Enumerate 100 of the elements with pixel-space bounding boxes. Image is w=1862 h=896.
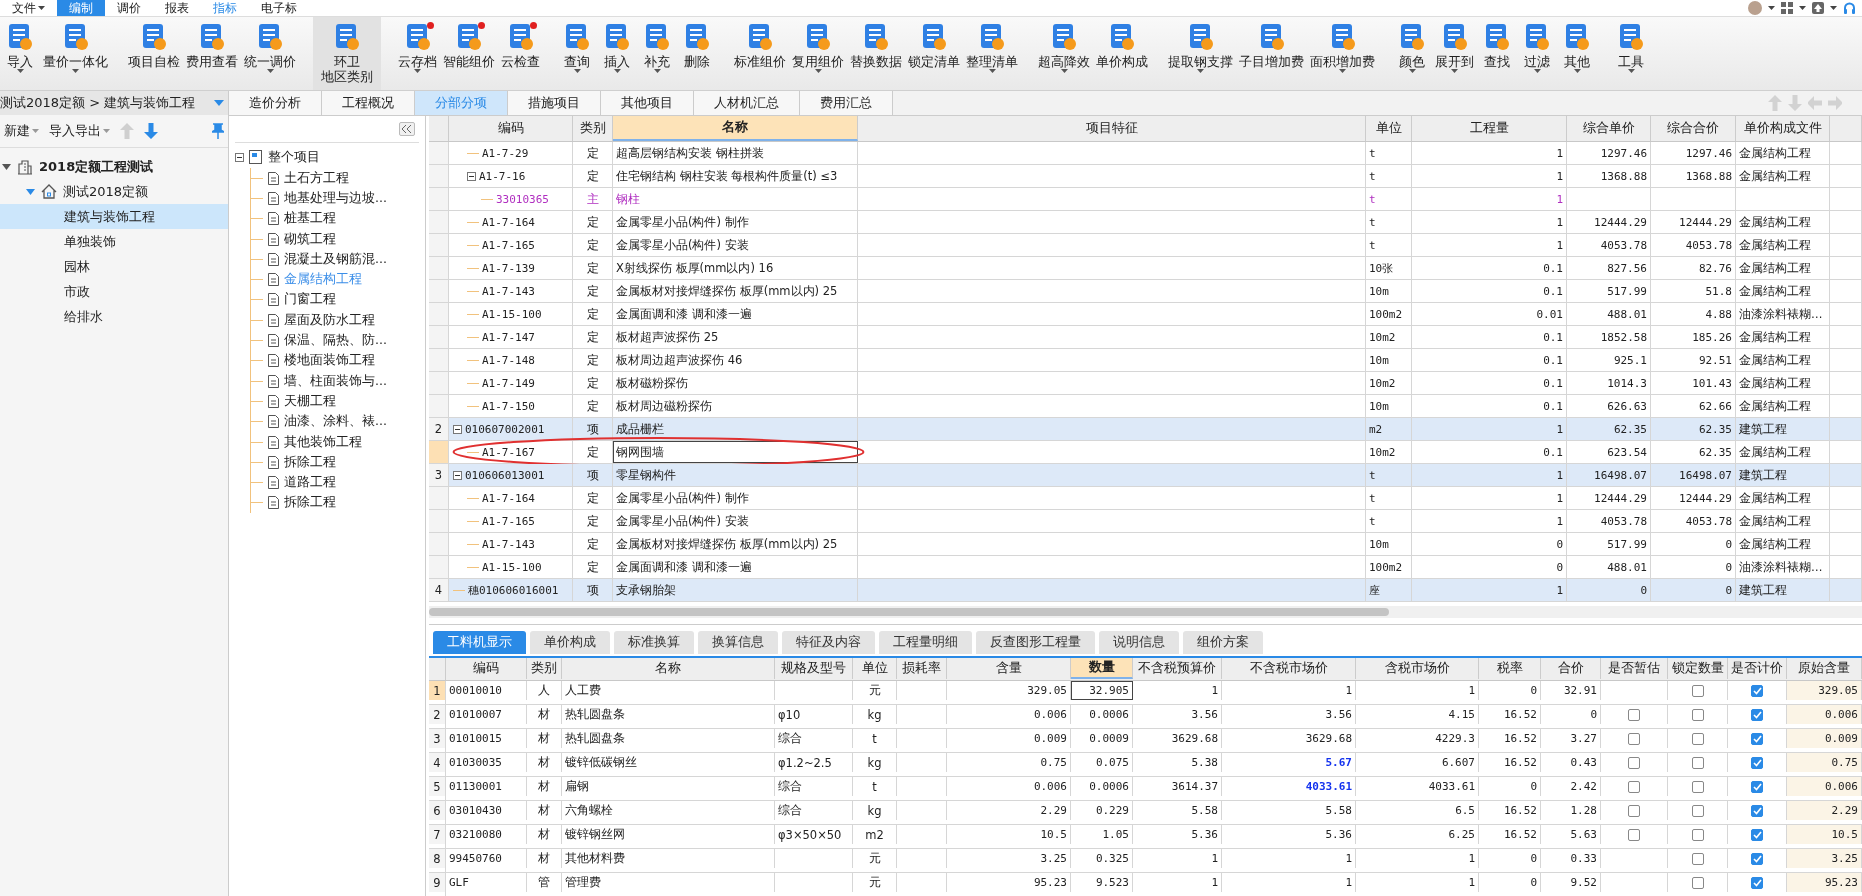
tab[interactable]: 造价分析 bbox=[229, 91, 322, 115]
tree-item[interactable]: 拆除工程 bbox=[284, 494, 336, 512]
tree-item[interactable]: 建筑与装饰工程 bbox=[0, 204, 228, 229]
column-header[interactable]: 规格及型号 bbox=[775, 658, 853, 679]
collapse-toggle[interactable] bbox=[235, 152, 244, 162]
toolbar-button[interactable]: 导入导出 bbox=[49, 122, 110, 140]
toolbar-button[interactable]: 其他 bbox=[1557, 17, 1597, 90]
checkbox[interactable] bbox=[1628, 780, 1640, 793]
tree-item[interactable]: 其他装饰工程 bbox=[284, 433, 362, 451]
breadcrumb-dropdown[interactable]: 测试2018定额 > 建筑与装饰工程 bbox=[0, 91, 228, 115]
tab[interactable]: 工料机显示 bbox=[433, 631, 526, 654]
checkbox[interactable] bbox=[1751, 732, 1763, 745]
arrow-down-icon[interactable] bbox=[144, 123, 158, 139]
checkbox[interactable] bbox=[1628, 756, 1640, 769]
checkbox[interactable] bbox=[1628, 804, 1640, 817]
tab[interactable]: 其他项目 bbox=[601, 91, 694, 115]
row-header[interactable]: 2 bbox=[429, 418, 449, 440]
tab[interactable]: 单价构成 bbox=[530, 631, 610, 654]
toolbar-button[interactable]: 颜色 bbox=[1392, 17, 1432, 90]
headset-icon[interactable] bbox=[1843, 1, 1856, 15]
tree-item[interactable]: 墙、柱面装饰与... bbox=[284, 372, 387, 390]
column-header[interactable]: 合价 bbox=[1541, 658, 1601, 679]
checkbox[interactable] bbox=[1751, 804, 1763, 817]
toolbar-button[interactable]: 替换数据 bbox=[847, 17, 905, 90]
tab[interactable]: 反查图形工程量 bbox=[976, 631, 1095, 654]
tab[interactable]: 说明信息 bbox=[1099, 631, 1179, 654]
tab[interactable]: 特征及内容 bbox=[782, 631, 875, 654]
upload-icon[interactable] bbox=[1812, 2, 1824, 14]
tab[interactable]: 措施项目 bbox=[508, 91, 601, 115]
checkbox[interactable] bbox=[1691, 804, 1704, 817]
tree-item[interactable]: 保温、隔热、防... bbox=[284, 332, 387, 349]
collapse-toggle[interactable] bbox=[453, 424, 462, 434]
collapse-toggle[interactable] bbox=[453, 470, 462, 480]
column-header[interactable]: 名称 bbox=[562, 658, 775, 679]
tree-item[interactable]: 道路工程 bbox=[284, 474, 336, 492]
toolbar-button[interactable]: 面积增加费 bbox=[1307, 17, 1378, 90]
toolbar-button[interactable]: 导入 bbox=[0, 17, 40, 90]
toolbar-button[interactable]: 提取钢支撑 bbox=[1165, 17, 1236, 90]
checkbox[interactable] bbox=[1751, 876, 1763, 889]
menu-item[interactable]: 报表 bbox=[153, 0, 201, 16]
toolbar-button[interactable]: 新建 bbox=[4, 122, 39, 140]
column-header[interactable]: 是否计价 bbox=[1728, 658, 1787, 679]
toolbar-button[interactable]: 统一调价 bbox=[241, 17, 299, 90]
column-header[interactable]: 原始含量 bbox=[1787, 658, 1862, 679]
tab[interactable]: 换算信息 bbox=[698, 631, 778, 654]
menu-item[interactable]: 电子标 bbox=[249, 0, 309, 16]
column-header[interactable]: 类别 bbox=[527, 658, 562, 679]
checkbox[interactable] bbox=[1691, 732, 1704, 745]
checkbox[interactable] bbox=[1628, 828, 1640, 841]
toolbar-button[interactable]: 超高降效 bbox=[1035, 17, 1093, 90]
tab[interactable]: 工程量明细 bbox=[879, 631, 972, 654]
tree-item[interactable]: 土石方工程 bbox=[284, 169, 349, 187]
column-header[interactable]: 数量 bbox=[1071, 658, 1133, 679]
collapse-toggle[interactable] bbox=[467, 171, 476, 181]
tree-item[interactable]: 砌筑工程 bbox=[284, 230, 336, 248]
tree-item[interactable]: 单独装饰 bbox=[0, 229, 228, 254]
toolbar-button[interactable]: 费用查看 bbox=[183, 17, 241, 90]
checkbox[interactable] bbox=[1628, 732, 1640, 745]
tree-item[interactable]: 金属结构工程 bbox=[284, 271, 362, 289]
horizontal-scrollbar[interactable] bbox=[429, 606, 1862, 618]
toolbar-button[interactable]: 插入 bbox=[597, 17, 637, 90]
toolbar-button[interactable]: 复用组价 bbox=[789, 17, 847, 90]
column-header[interactable]: 单价构成文件 bbox=[1736, 116, 1830, 141]
menu-item[interactable]: 指标 bbox=[201, 0, 249, 16]
toolbar-button[interactable]: 量价一体化 bbox=[40, 17, 111, 90]
tree-item[interactable]: 园林 bbox=[0, 254, 228, 279]
tree-item[interactable]: 整个项目 bbox=[268, 148, 320, 166]
toolbar-button[interactable]: 标准组价 bbox=[731, 17, 789, 90]
row-header[interactable]: 3 bbox=[429, 464, 449, 486]
toolbar-button[interactable]: 子目增加费 bbox=[1236, 17, 1307, 90]
tree-item[interactable]: 给排水 bbox=[0, 304, 228, 329]
tree-item[interactable]: 天棚工程 bbox=[284, 392, 336, 410]
checkbox[interactable] bbox=[1691, 852, 1704, 865]
toolbar-button[interactable]: 云检查 bbox=[498, 17, 543, 90]
menu-item[interactable]: 调价 bbox=[105, 0, 153, 16]
expand-arrow-icon[interactable] bbox=[2, 163, 11, 170]
column-header[interactable]: 锁定数量 bbox=[1668, 658, 1728, 679]
checkbox[interactable] bbox=[1751, 780, 1763, 793]
checkbox[interactable] bbox=[1691, 828, 1704, 841]
toolbar-button[interactable]: 查询 bbox=[557, 17, 597, 90]
tab[interactable]: 工程概况 bbox=[322, 91, 415, 115]
menu-item[interactable]: 文件 bbox=[0, 0, 57, 16]
checkbox[interactable] bbox=[1751, 852, 1763, 865]
column-header[interactable]: 单位 bbox=[1366, 116, 1412, 141]
tree-item[interactable]: 桩基工程 bbox=[284, 210, 336, 228]
avatar-icon[interactable] bbox=[1748, 1, 1762, 15]
toolbar-button[interactable]: 智能组价 bbox=[440, 17, 498, 90]
pin-icon[interactable] bbox=[212, 123, 224, 139]
tree-item[interactable]: 地基处理与边坡... bbox=[284, 189, 387, 207]
column-header[interactable]: 编码 bbox=[446, 658, 527, 679]
column-header[interactable]: 项目特征 bbox=[858, 116, 1366, 141]
toolbar-button[interactable]: 删除 bbox=[677, 17, 717, 90]
toolbar-button[interactable]: 云存档 bbox=[395, 17, 440, 90]
checkbox[interactable] bbox=[1691, 684, 1704, 697]
tab[interactable]: 人材机汇总 bbox=[694, 91, 800, 115]
checkbox[interactable] bbox=[1751, 756, 1763, 769]
column-header[interactable]: 名称 bbox=[613, 116, 858, 141]
column-header[interactable]: 综合单价 bbox=[1567, 116, 1651, 141]
checkbox[interactable] bbox=[1691, 756, 1704, 769]
toolbar-button[interactable]: 整理清单 bbox=[963, 17, 1021, 90]
